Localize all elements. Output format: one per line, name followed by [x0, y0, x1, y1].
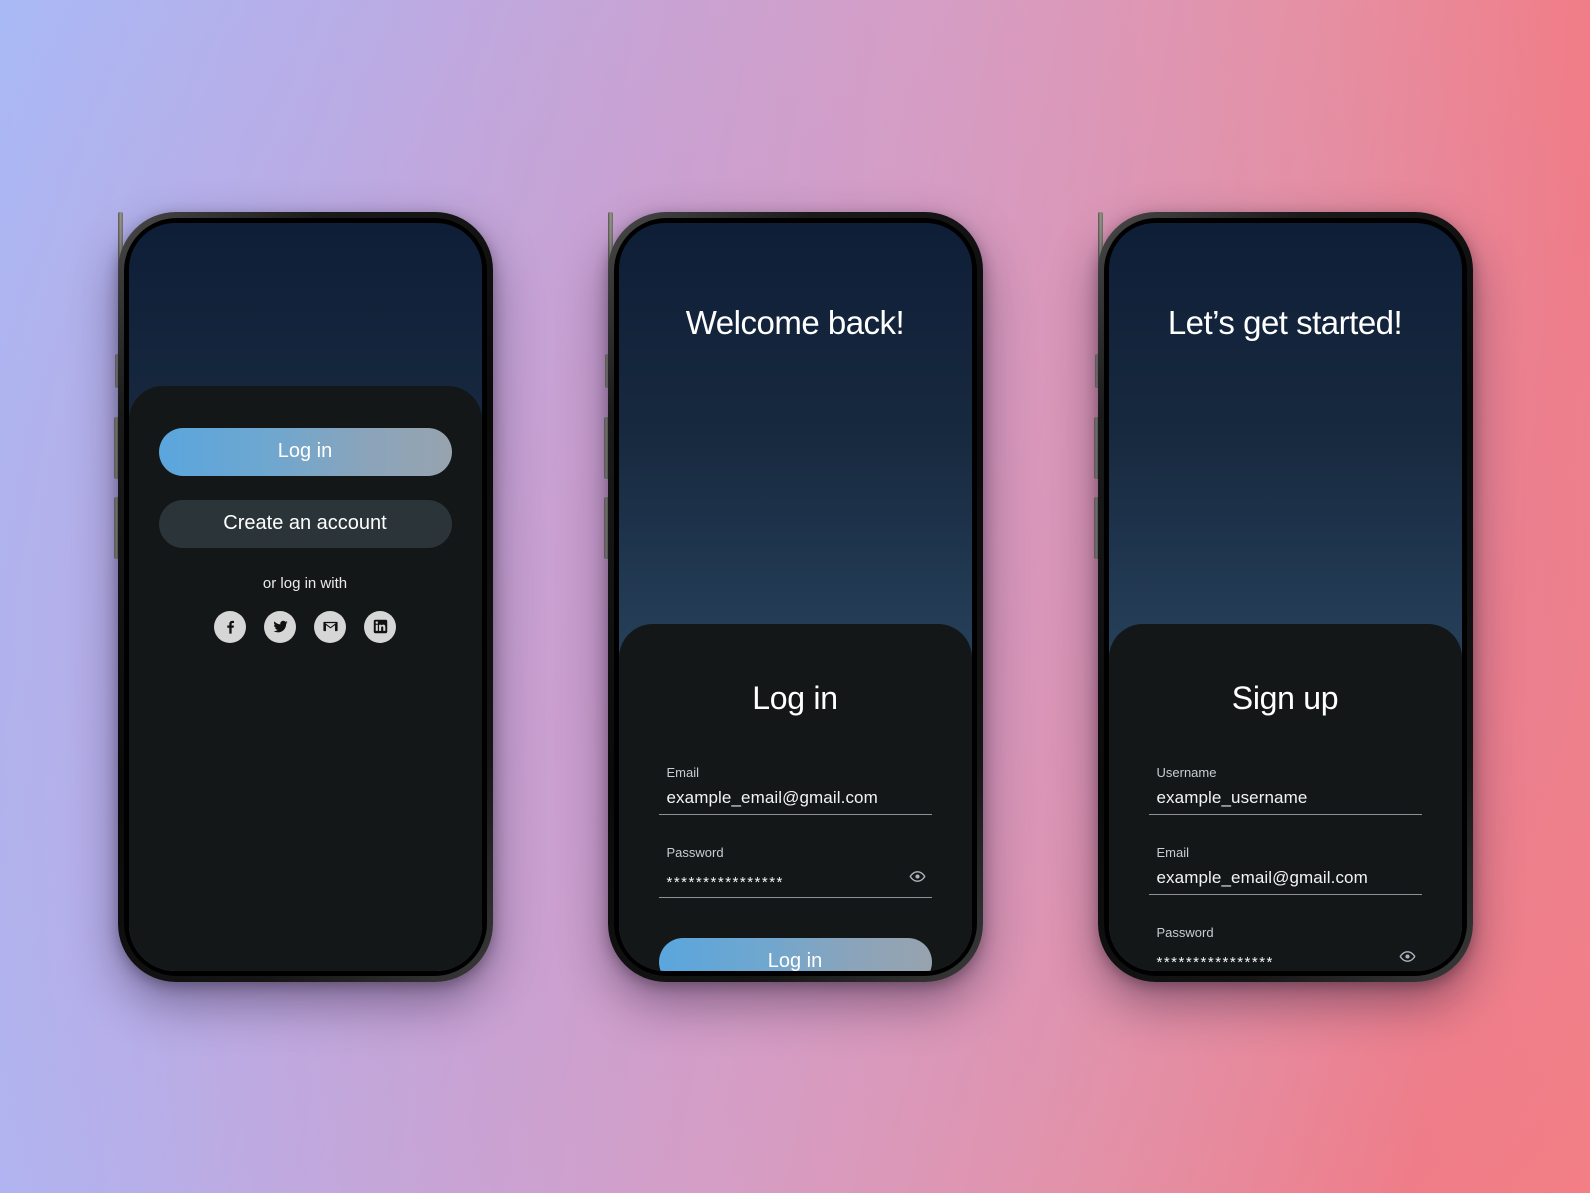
signup-hero-title: Let’s get started! [1167, 303, 1403, 341]
linkedin-login-button[interactable] [364, 610, 396, 643]
email-input[interactable]: example_email@gmail.com [658, 787, 932, 815]
login-submit-button[interactable]: Log in [658, 937, 932, 971]
phone-welcome: Hello Log in Create an account or log in… [113, 211, 493, 982]
password-field-group: Password **************** [658, 844, 932, 898]
username-input-value: example_username [1156, 787, 1308, 807]
username-field-group: Username example_username [1148, 764, 1422, 815]
phone-screen: Hello Log in Create an account or log in… [128, 222, 482, 971]
login-button[interactable]: Log in [158, 427, 452, 476]
welcome-action-card: Log in Create an account or log in with [128, 385, 482, 971]
login-card: Log in Email example_email@gmail.com Pas… [618, 623, 972, 971]
email-input[interactable]: example_email@gmail.com [1148, 867, 1422, 895]
password-field-label: Password [666, 844, 724, 860]
create-account-button[interactable]: Create an account [158, 499, 452, 548]
password-input-value: **************** [666, 873, 784, 891]
password-field-label: Password [1156, 924, 1214, 940]
gmail-icon [322, 618, 339, 635]
phone-signup: Let’s get started! Sign up Username exam… [1093, 211, 1473, 982]
social-login-row [159, 610, 452, 643]
password-input[interactable]: **************** [658, 868, 932, 898]
password-input-value: **************** [1156, 953, 1274, 971]
username-field-label: Username [1156, 764, 1217, 780]
mockup-stage: Hello Log in Create an account or log in… [0, 0, 1590, 1193]
phone-frame: Welcome back! Log in Email example_email… [607, 211, 983, 982]
email-input-value: example_email@gmail.com [1156, 867, 1368, 887]
email-field-label: Email [666, 764, 700, 780]
facebook-icon [222, 618, 239, 635]
social-divider-label: or log in with [262, 574, 348, 592]
phone-frame: Let’s get started! Sign up Username exam… [1097, 211, 1473, 982]
phone-login: Welcome back! Log in Email example_email… [603, 211, 983, 982]
signup-card-title: Sign up [1231, 679, 1339, 716]
email-field-label: Email [1156, 844, 1190, 860]
password-field-group: Password **************** [1149, 925, 1422, 971]
phone-screen: Welcome back! Log in Email example_email… [618, 222, 972, 971]
password-input[interactable]: **************** [1149, 948, 1422, 971]
login-card-title: Log in [752, 679, 838, 716]
linkedin-icon [372, 618, 389, 635]
eye-icon[interactable] [909, 868, 926, 890]
eye-icon[interactable] [1399, 948, 1416, 970]
phone-frame: Hello Log in Create an account or log in… [117, 211, 493, 982]
twitter-login-button[interactable] [264, 610, 296, 643]
email-field-group: Email example_email@gmail.com [658, 764, 932, 815]
login-hero-title: Welcome back! [685, 303, 905, 341]
signup-card: Sign up Username example_username Email … [1108, 623, 1462, 971]
phone-screen: Let’s get started! Sign up Username exam… [1108, 222, 1462, 971]
email-field-group: Email example_email@gmail.com [1148, 844, 1422, 895]
facebook-login-button[interactable] [214, 610, 246, 643]
email-input-value: example_email@gmail.com [666, 787, 878, 807]
twitter-icon [272, 618, 289, 635]
gmail-login-button[interactable] [314, 610, 346, 643]
username-input[interactable]: example_username [1148, 787, 1422, 815]
